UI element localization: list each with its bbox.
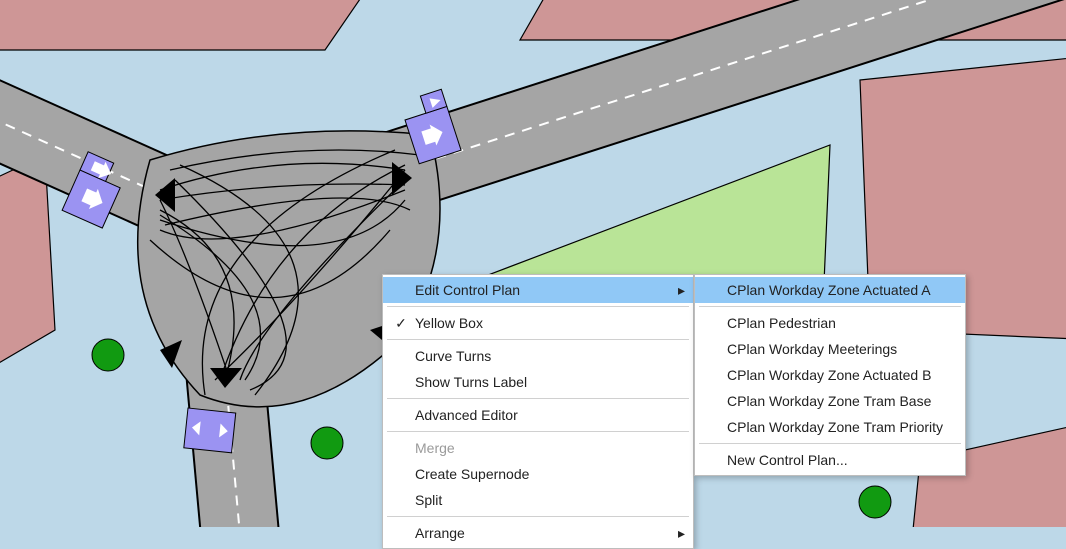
menu-separator xyxy=(387,398,689,399)
menu-separator xyxy=(699,443,961,444)
menu-item-split[interactable]: Split xyxy=(383,487,693,513)
menu-item-show-turns-label[interactable]: Show Turns Label xyxy=(383,369,693,395)
menu-item-arrange[interactable]: Arrange ▸ xyxy=(383,520,693,546)
menu-item-label: Split xyxy=(415,492,442,508)
context-menu[interactable]: Edit Control Plan ▸ ✓ Yellow Box Curve T… xyxy=(382,274,694,549)
submenu-item-cplan-meeter[interactable]: CPlan Workday Meeterings xyxy=(695,336,965,362)
menu-item-label: CPlan Workday Zone Tram Priority xyxy=(727,419,943,435)
check-icon: ✓ xyxy=(391,310,411,336)
menu-separator xyxy=(387,431,689,432)
menu-item-advanced-editor[interactable]: Advanced Editor xyxy=(383,402,693,428)
menu-separator xyxy=(387,306,689,307)
menu-separator xyxy=(387,516,689,517)
menu-item-label: Yellow Box xyxy=(415,315,483,331)
submenu-arrow-icon: ▸ xyxy=(678,520,685,546)
menu-item-label: Show Turns Label xyxy=(415,374,527,390)
menu-item-label: Create Supernode xyxy=(415,466,529,482)
menu-item-label: Advanced Editor xyxy=(415,407,518,423)
submenu-item-cplan-a[interactable]: CPlan Workday Zone Actuated A xyxy=(695,277,965,303)
menu-item-curve-turns[interactable]: Curve Turns xyxy=(383,343,693,369)
menu-item-label: CPlan Workday Zone Actuated A xyxy=(727,282,931,298)
submenu-item-new-plan[interactable]: New Control Plan... xyxy=(695,447,965,473)
menu-separator xyxy=(699,306,961,307)
submenu-item-cplan-ped[interactable]: CPlan Pedestrian xyxy=(695,310,965,336)
menu-item-label: Curve Turns xyxy=(415,348,491,364)
submenu-item-cplan-tram-prio[interactable]: CPlan Workday Zone Tram Priority xyxy=(695,414,965,440)
menu-item-create-supernode[interactable]: Create Supernode xyxy=(383,461,693,487)
menu-item-label: CPlan Pedestrian xyxy=(727,315,836,331)
menu-item-label: Arrange xyxy=(415,525,465,541)
menu-item-label: CPlan Workday Meeterings xyxy=(727,341,897,357)
menu-item-label: Edit Control Plan xyxy=(415,282,520,298)
menu-item-edit-control-plan[interactable]: Edit Control Plan ▸ xyxy=(383,277,693,303)
menu-item-label: CPlan Workday Zone Tram Base xyxy=(727,393,931,409)
menu-item-label: New Control Plan... xyxy=(727,452,848,468)
menu-item-yellow-box[interactable]: ✓ Yellow Box xyxy=(383,310,693,336)
menu-item-merge: Merge xyxy=(383,435,693,461)
submenu-arrow-icon: ▸ xyxy=(678,277,685,303)
submenu-item-cplan-b[interactable]: CPlan Workday Zone Actuated B xyxy=(695,362,965,388)
menu-item-label: CPlan Workday Zone Actuated B xyxy=(727,367,931,383)
context-submenu[interactable]: CPlan Workday Zone Actuated A CPlan Pede… xyxy=(694,274,966,476)
submenu-item-cplan-tram-base[interactable]: CPlan Workday Zone Tram Base xyxy=(695,388,965,414)
menu-separator xyxy=(387,339,689,340)
menu-item-label: Merge xyxy=(415,440,455,456)
